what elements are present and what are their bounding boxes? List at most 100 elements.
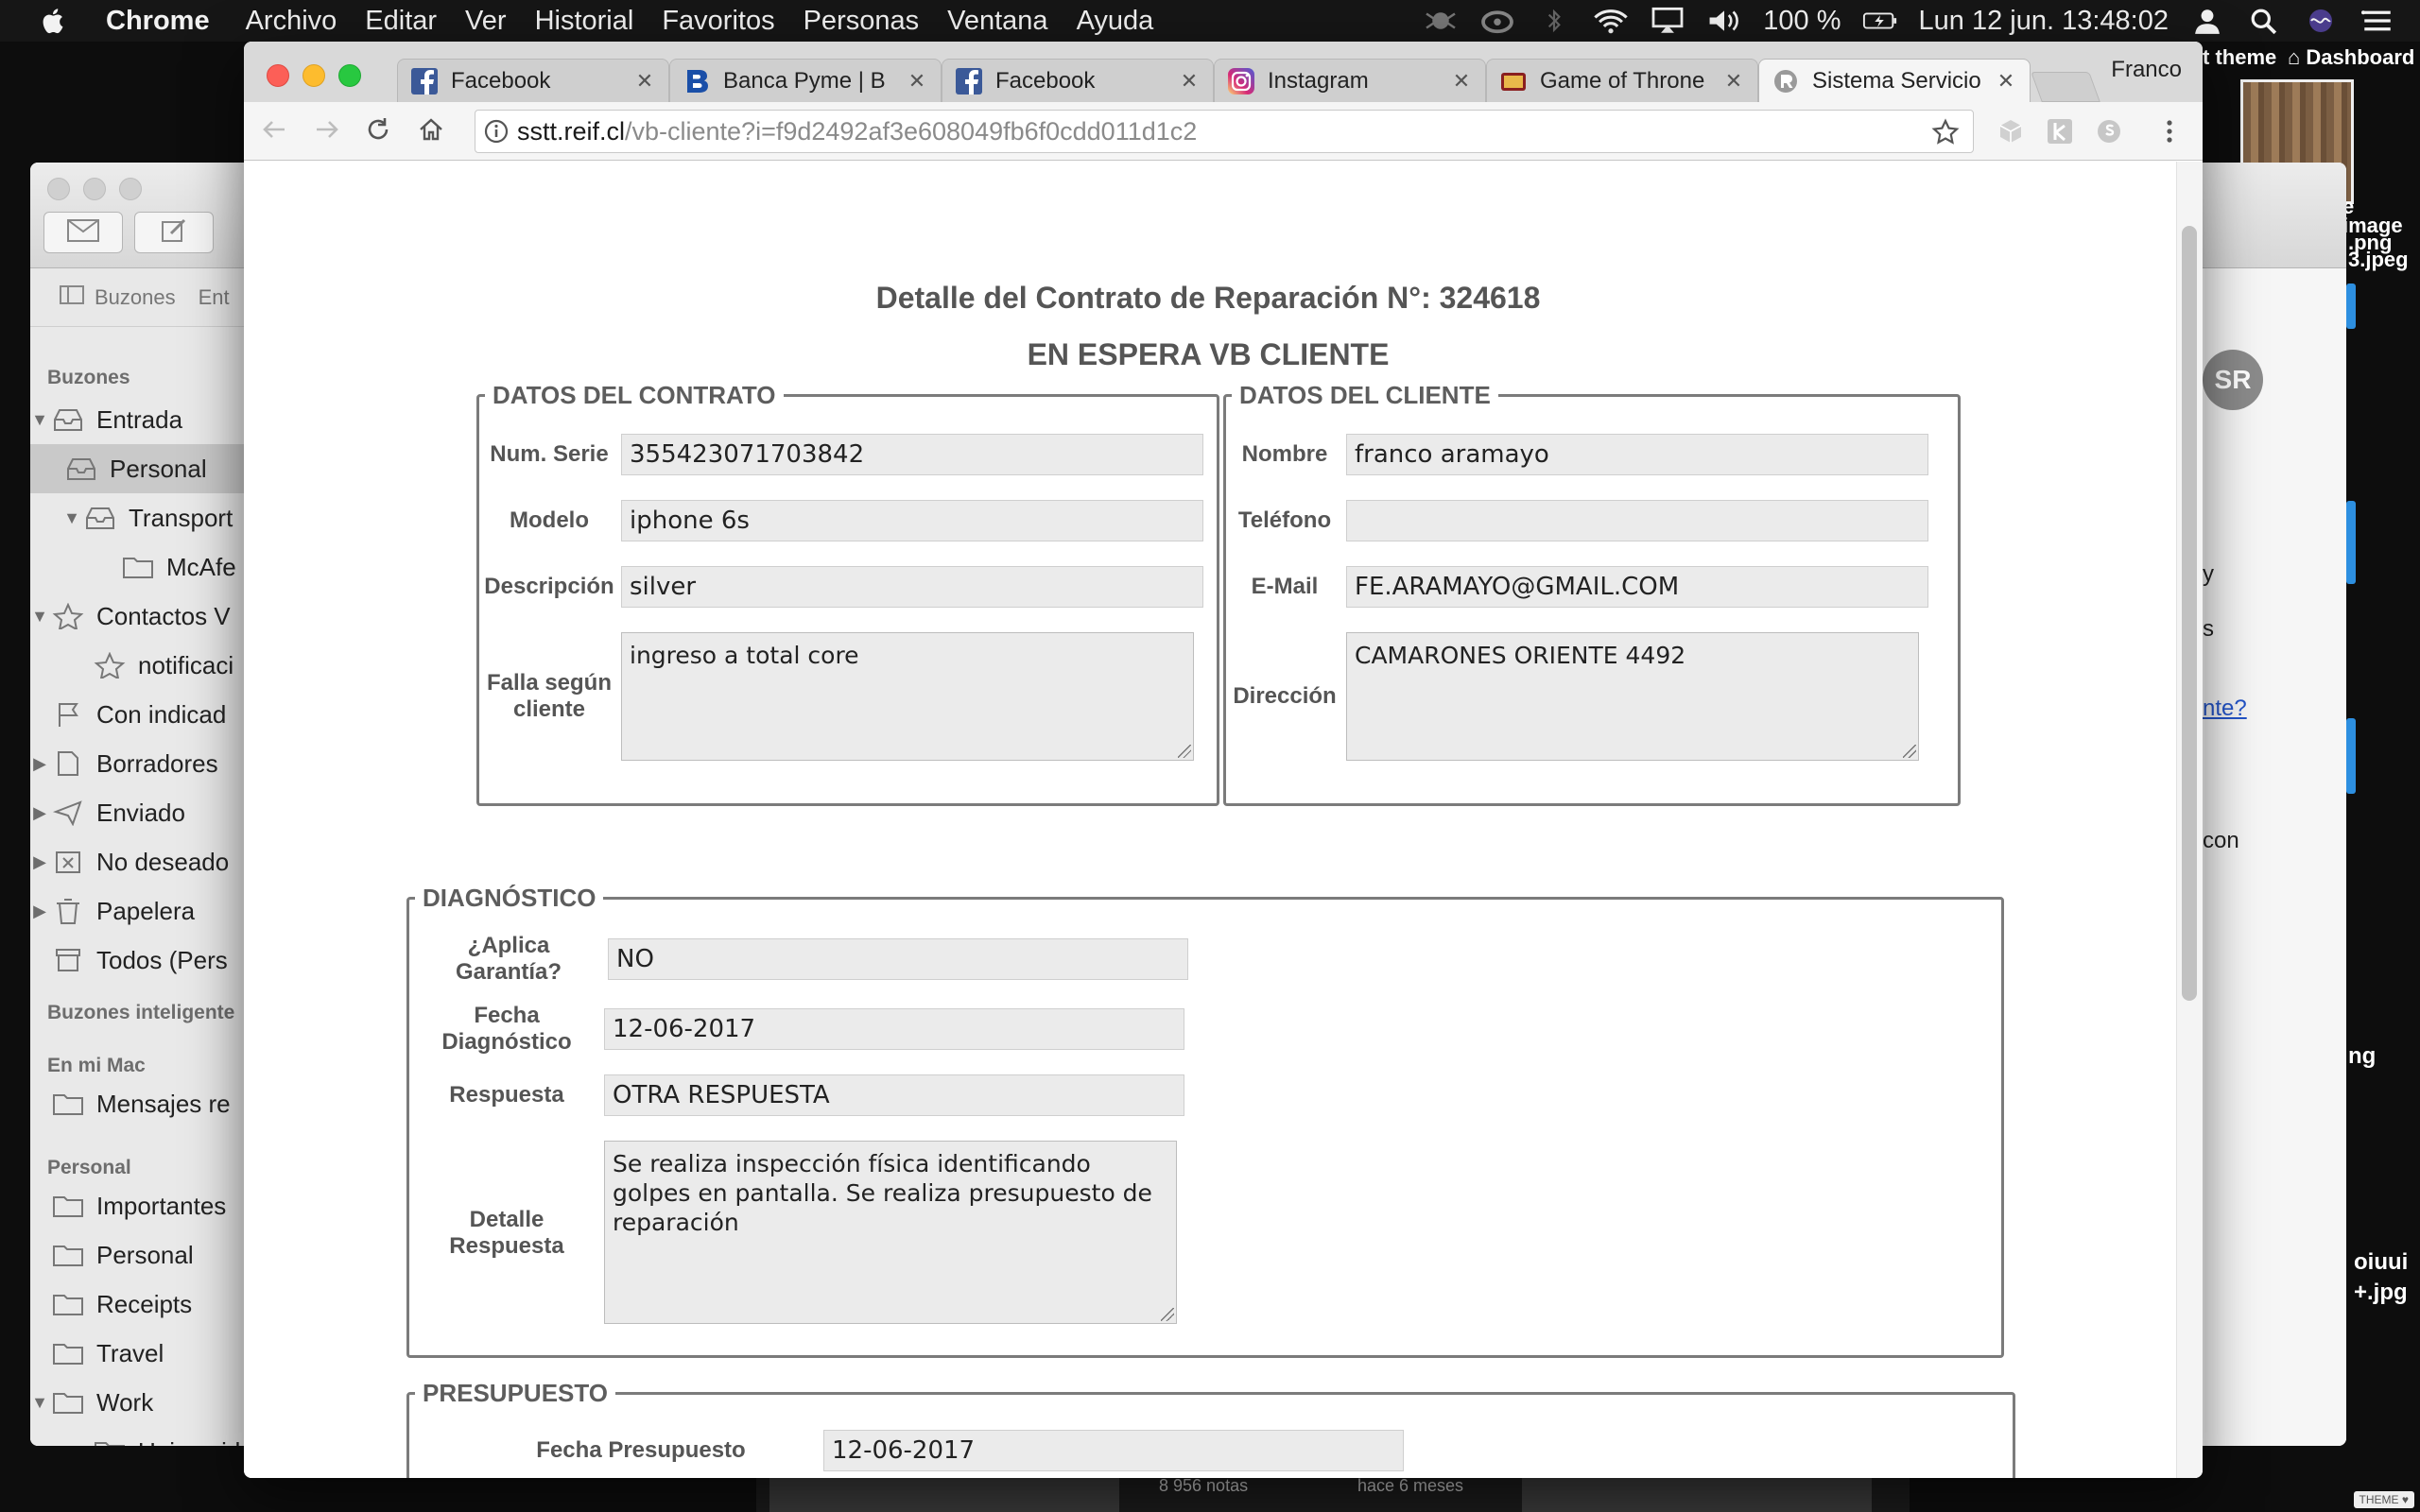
sidebar-toggle-icon[interactable] [59,284,85,311]
tab-close-icon[interactable]: ✕ [1177,69,1201,94]
wifi-icon[interactable] [1593,7,1629,35]
tab-facebook-1[interactable]: Facebook ✕ [397,59,669,102]
tab-close-icon[interactable]: ✕ [1994,69,2018,94]
sidebar-item-enviado[interactable]: ▶ Enviado [30,788,275,837]
chrome-menu-icon[interactable] [2153,115,2186,147]
tab-close-icon[interactable]: ✕ [905,69,929,94]
menu-ayuda[interactable]: Ayuda [1077,6,1154,37]
spotlight-search-icon[interactable] [2246,7,2282,35]
battery-icon[interactable] [1862,7,1898,35]
mail-close-button[interactable] [47,178,70,200]
window-close-button[interactable] [267,64,289,87]
siri-icon[interactable] [2303,7,2339,35]
warranty-field[interactable]: NO [608,938,1188,980]
new-tab-button[interactable] [2031,72,2100,102]
window-zoom-button[interactable] [338,64,361,87]
notification-center-icon[interactable] [2360,7,2395,35]
address-bar[interactable]: sstt.reif.cl/vb-cliente?i=f9d2492af3e608… [475,110,1974,153]
response-field[interactable]: OTRA RESPUESTA [604,1074,1184,1116]
sidebar-item-mensajes[interactable]: Mensajes re [30,1079,275,1128]
window-minimize-button[interactable] [302,64,325,87]
tab-banca-pyme[interactable]: Banca Pyme | B ✕ [669,59,942,102]
sidebar-item-universidad[interactable]: Universid [30,1427,275,1446]
menu-editar[interactable]: Editar [365,6,437,37]
menu-ventana[interactable]: Ventana [947,6,1047,37]
disclosure-triangle-icon[interactable]: ▶ [30,803,49,823]
fault-textarea[interactable]: ingreso a total core [621,632,1194,761]
sidebar-item-notificaciones[interactable]: notificaci [30,641,275,690]
extension-k-icon[interactable] [2044,115,2076,147]
sidebar-item-receipts[interactable]: Receipts [30,1280,275,1329]
menu-historial[interactable]: Historial [535,6,634,37]
sidebar-item-personal-folder[interactable]: Personal [30,1230,275,1280]
sidebar-item-borradores[interactable]: ▶ Borradores [30,739,275,788]
tab-close-icon[interactable]: ✕ [1721,69,1746,94]
message-link[interactable]: nte? [2203,696,2247,722]
mail-zoom-button[interactable] [119,178,142,200]
tab-close-icon[interactable]: ✕ [1449,69,1474,94]
response-detail-textarea[interactable]: Se realiza inspección física identifican… [604,1141,1177,1324]
sidebar-item-con-indicador[interactable]: Con indicad [30,690,275,739]
disclosure-triangle-icon[interactable]: ▶ [30,902,49,921]
get-mail-button[interactable] [43,212,123,253]
bookmark-star-icon[interactable] [1931,118,1960,153]
inbox-favorite-button[interactable]: Ent [199,285,230,310]
apple-menu-icon[interactable] [40,5,74,37]
tab-instagram[interactable]: Instagram ✕ [1214,59,1486,102]
reload-button[interactable] [361,115,395,147]
disclosure-triangle-icon[interactable]: ▼ [30,607,49,627]
disclosure-triangle-icon[interactable]: ▶ [30,754,49,774]
tab-facebook-2[interactable]: Facebook ✕ [942,59,1214,102]
email-field[interactable]: FE.ARAMAYO@GMAIL.COM [1346,566,1928,608]
sidebar-item-todos[interactable]: Todos (Pers [30,936,275,985]
menu-favoritos[interactable]: Favoritos [662,6,774,37]
extension-skype-icon[interactable] [2093,115,2125,147]
site-info-icon[interactable] [475,118,517,145]
sidebar-item-personal[interactable]: Personal [30,444,275,493]
compose-button[interactable] [134,212,214,253]
tab-sistema-servicio[interactable]: Sistema Servicio ✕ [1758,59,2031,102]
back-button[interactable] [257,115,291,147]
volume-icon[interactable] [1706,7,1742,35]
extension-cube-icon[interactable] [1995,115,2027,147]
resize-grip-icon[interactable] [1178,745,1191,758]
airplay-icon[interactable] [1650,7,1685,35]
sidebar-item-entrada[interactable]: ▼ Entrada [30,395,275,444]
disclosure-triangle-icon[interactable]: ▶ [30,852,49,872]
bluetooth-icon[interactable] [1536,7,1572,35]
creative-cloud-icon[interactable] [1479,7,1515,35]
mail-minimize-button[interactable] [83,178,106,200]
sidebar-item-travel[interactable]: Travel [30,1329,275,1378]
menu-archivo[interactable]: Archivo [246,6,337,37]
sidebar-item-mcafee[interactable]: McAfe [30,542,275,592]
tab-game-of-thrones[interactable]: Game of Throne ✕ [1486,59,1758,102]
page-scrollbar[interactable] [2176,162,2203,1478]
sidebar-item-no-deseado[interactable]: ▶ No deseado [30,837,275,886]
disclosure-triangle-icon[interactable]: ▼ [30,1393,49,1413]
sidebar-item-contactos[interactable]: ▼ Contactos V [30,592,275,641]
name-field[interactable]: franco aramayo [1346,434,1928,475]
serial-field[interactable]: 355423071703842 [621,434,1203,475]
sidebar-item-papelera[interactable]: ▶ Papelera [30,886,275,936]
scrollbar-thumb[interactable] [2182,226,2197,1001]
sidebar-item-importantes[interactable]: Importantes [30,1181,275,1230]
disclosure-triangle-icon[interactable]: ▼ [62,508,81,528]
app-menu[interactable]: Chrome [106,6,210,37]
forward-button[interactable] [310,115,344,147]
user-icon[interactable] [2189,7,2225,35]
menu-personas[interactable]: Personas [804,6,920,37]
profile-button[interactable]: Franco [2111,57,2182,83]
sidebar-item-transport[interactable]: ▼ Transport [30,493,275,542]
tab-close-icon[interactable]: ✕ [632,69,657,94]
desktop-dashboard-label[interactable]: ⌂ Dashboard [2288,45,2414,70]
resize-grip-icon[interactable] [1903,745,1916,758]
mailboxes-button[interactable]: Buzones [95,285,176,310]
address-textarea[interactable]: CAMARONES ORIENTE 4492 [1346,632,1919,761]
sidebar-item-work[interactable]: ▼ Work [30,1378,275,1427]
disclosure-triangle-icon[interactable]: ▼ [30,410,49,430]
description-field[interactable]: silver [621,566,1203,608]
phone-field[interactable] [1346,500,1928,541]
resize-grip-icon[interactable] [1161,1308,1174,1321]
spider-icon[interactable] [1423,7,1459,35]
budget-date-field[interactable]: 12-06-2017 [823,1430,1404,1471]
